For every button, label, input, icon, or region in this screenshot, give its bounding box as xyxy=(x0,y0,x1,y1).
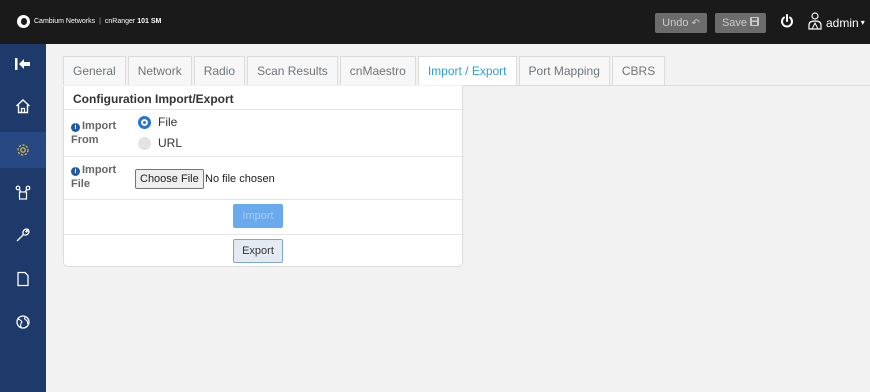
import-export-panel: Configuration Import/Export i Import From … xyxy=(63,86,463,267)
home-icon xyxy=(16,99,30,114)
radio-url[interactable]: URL xyxy=(138,136,182,150)
brand-product: cnRanger 101 SM xyxy=(104,18,162,25)
export-button-row: Export xyxy=(64,234,462,267)
document-icon xyxy=(17,271,29,287)
save-button[interactable]: Save xyxy=(715,13,766,33)
radio-unselected-icon xyxy=(138,136,151,150)
tab-general[interactable]: General xyxy=(63,56,126,85)
import-button-row: Import xyxy=(64,199,462,234)
top-bar: Cambium Networks | cnRanger 101 SM Undo … xyxy=(0,0,870,44)
undo-button[interactable]: Undo ↶ xyxy=(655,13,707,33)
panel-title: Configuration Import/Export xyxy=(73,92,234,106)
import-file-label: i Import File xyxy=(71,164,117,190)
sidebar-item-home[interactable] xyxy=(0,88,46,124)
user-name: admin xyxy=(826,15,859,30)
tab-port-mapping[interactable]: Port Mapping xyxy=(518,56,610,85)
sidebar-item-logs[interactable] xyxy=(0,261,46,297)
brand-company: Cambium Networks xyxy=(34,18,96,25)
choose-file-button[interactable]: Choose File xyxy=(135,169,204,189)
undo-icon: ↶ xyxy=(691,17,700,29)
user-icon xyxy=(808,12,822,33)
radio-selected-icon xyxy=(138,115,151,129)
network-icon xyxy=(15,185,31,200)
cambium-logo-icon xyxy=(17,15,30,28)
radio-url-label: URL xyxy=(158,136,183,150)
import-from-label: i Import From xyxy=(71,120,117,146)
radio-file-label: File xyxy=(158,115,178,129)
wrench-icon xyxy=(16,228,30,242)
user-menu[interactable]: admin ▾ xyxy=(808,12,865,33)
save-label: Save xyxy=(721,17,748,29)
sidebar xyxy=(0,44,46,392)
sidebar-item-collapse[interactable] xyxy=(0,46,46,82)
sidebar-item-tools[interactable] xyxy=(0,217,46,253)
power-icon[interactable] xyxy=(780,13,794,29)
tab-import-export[interactable]: Import / Export xyxy=(417,56,517,85)
undo-label: Undo xyxy=(662,17,689,29)
import-file-row: i Import File Choose File No file chosen xyxy=(64,156,462,199)
save-icon xyxy=(750,17,760,29)
brand: Cambium Networks | cnRanger 101 SM xyxy=(17,15,161,28)
gear-icon xyxy=(17,144,29,156)
config-tabs: General Network Radio Scan Results cnMae… xyxy=(63,56,667,85)
import-button[interactable]: Import xyxy=(233,204,283,228)
brand-separator: | xyxy=(99,18,101,25)
info-icon: i xyxy=(71,167,80,176)
chevron-down-icon: ▾ xyxy=(860,18,865,27)
no-file-text: No file chosen xyxy=(205,173,275,185)
tab-cnmaestro[interactable]: cnMaestro xyxy=(339,56,416,85)
tab-scan-results[interactable]: Scan Results xyxy=(247,56,338,85)
collapse-pin-icon xyxy=(15,58,30,70)
sidebar-item-spectrum[interactable] xyxy=(0,304,46,340)
export-button[interactable]: Export xyxy=(233,239,283,263)
sidebar-item-network[interactable] xyxy=(0,175,46,211)
info-icon: i xyxy=(71,123,80,132)
tab-radio[interactable]: Radio xyxy=(193,56,246,85)
tab-network[interactable]: Network xyxy=(127,56,192,85)
radio-file[interactable]: File xyxy=(138,115,177,129)
import-from-row: i Import From File URL xyxy=(64,109,462,156)
globe-icon xyxy=(16,315,30,329)
tab-cbrs[interactable]: CBRS xyxy=(611,56,666,85)
tabs-divider xyxy=(463,85,870,86)
sidebar-item-configuration[interactable] xyxy=(0,132,46,168)
